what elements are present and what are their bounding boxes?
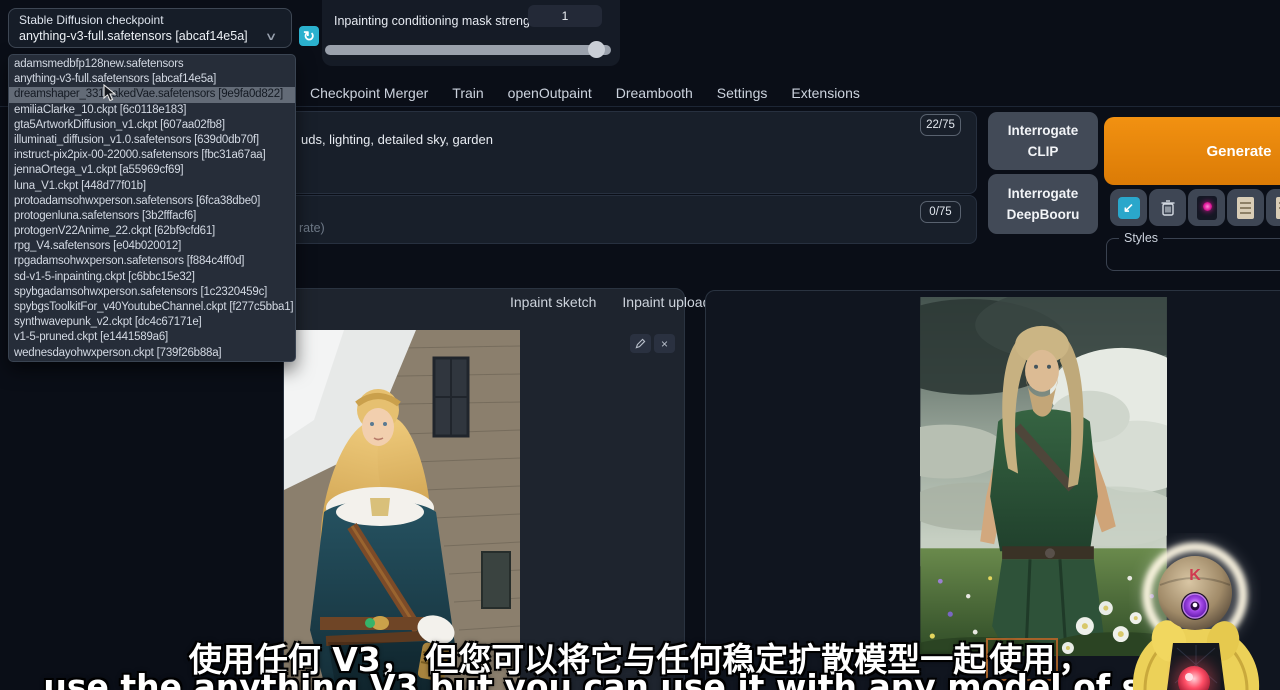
mask-strength-slider[interactable] [325,45,611,55]
checkpoint-option-highlighted[interactable]: dreamshaper_331BakedVae.safetensors [9e9… [9,87,295,102]
checkpoint-option[interactable]: adamsmedbfp128new.safetensors [9,57,295,72]
checkpoint-option[interactable]: anything-v3-full.safetensors [abcaf14e5a… [9,72,295,87]
save-style-icon [1276,197,1280,219]
chevron-down-icon: ∨ [265,30,278,43]
apply-style-button[interactable] [1227,189,1264,226]
mask-strength-label: Inpainting conditioning mask strength [334,13,549,29]
checkpoint-label: Stable Diffusion checkpoint [19,13,281,27]
mouse-cursor [103,84,117,102]
interrogate-clip-line1: Interrogate [988,120,1098,141]
negative-prompt-textarea[interactable] [283,195,977,244]
paste-params-button[interactable]: ↙ [1110,189,1147,226]
checkpoint-option[interactable]: luna_V1.ckpt [448d77f01b] [9,179,295,194]
checkpoint-option[interactable]: rpgadamsohwxperson.safetensors [f884c4ff… [9,254,295,269]
streamer-avatar: K [1125,533,1267,690]
prompt-token-counter: 22/75 [920,114,961,136]
pencil-icon [635,338,646,349]
image-close-button[interactable]: × [654,334,675,353]
checkpoint-option[interactable]: jennaOrtega_v1.ckpt [a55969cf69] [9,163,295,178]
trash-icon [1160,199,1176,217]
save-style-button[interactable] [1266,189,1280,226]
styles-label: Styles [1119,231,1163,245]
checkpoint-option[interactable]: sd-v1-5-inpainting.ckpt [c6bbc15e32] [9,270,295,285]
tab-train[interactable]: Train [452,85,483,101]
interrogate-clip-button[interactable]: Interrogate CLIP [988,112,1098,170]
tab-dreambooth[interactable]: Dreambooth [616,85,693,101]
prompt-textarea[interactable] [283,111,977,194]
refresh-checkpoint-icon[interactable]: ↻ [299,26,319,46]
checkpoint-option[interactable]: synthwavepunk_v2.ckpt [dc4c67171e] [9,315,295,330]
checkpoint-option[interactable]: rpg_V4.safetensors [e04b020012] [9,239,295,254]
image-edit-button[interactable] [630,334,651,353]
tab-inpaint-upload[interactable]: Inpaint upload [622,294,710,310]
checkpoint-option[interactable]: spybgadamsohwxperson.safetensors [1c2320… [9,285,295,300]
checkpoint-option[interactable]: protogenV22Anime_22.ckpt [62bf9cfd61] [9,224,295,239]
subtitle-english: use the anything V3 but you can use it w… [0,667,1280,690]
tab-checkpoint-merger[interactable]: Checkpoint Merger [310,85,428,101]
clipboard-icon [1237,197,1254,219]
interrogate-deepbooru-line1: Interrogate [988,183,1098,204]
mask-strength-slider-handle[interactable] [588,41,605,58]
checkpoint-value: anything-v3-full.safetensors [abcaf14e5a… [19,29,248,43]
paste-arrow-icon: ↙ [1118,197,1140,219]
extra-networks-button[interactable] [1188,189,1225,226]
inpaint-tab-bar: Inpaint sketch Inpaint upload Batch [283,294,681,310]
tab-inpaint-sketch[interactable]: Inpaint sketch [510,294,596,310]
checkpoint-option[interactable]: v1-5-pruned.ckpt [e1441589a6] [9,330,295,345]
generate-button[interactable]: Generate [1104,117,1280,185]
interrogate-deepbooru-button[interactable]: Interrogate DeepBooru [988,174,1098,234]
checkpoint-option[interactable]: wednesdayohwxperson.ckpt [739f26b88a] [9,346,295,361]
negative-prompt-token-counter: 0/75 [920,201,961,223]
tab-extensions[interactable]: Extensions [791,85,859,101]
interrogate-deepbooru-line2: DeepBooru [988,204,1098,225]
clear-prompt-button[interactable] [1149,189,1186,226]
prompt-text: uds, lighting, detailed sky, garden [301,132,493,147]
checkpoint-option[interactable]: emiliaClarke_10.ckpt [6c0118e183] [9,103,295,118]
negative-prompt-placeholder: rate) [299,221,325,235]
checkpoint-dropdown[interactable]: Stable Diffusion checkpoint anything-v3-… [8,8,292,48]
checkpoint-option[interactable]: protoadamsohwxperson.safetensors [6fca38… [9,194,295,209]
flower-card-icon [1197,196,1217,220]
mask-strength-value-input[interactable]: 1 [528,5,602,27]
stable-diffusion-webui: Inpainting conditioning mask strength 1 … [0,0,1280,690]
checkpoint-option[interactable]: spybgsToolkitFor_v40YoutubeChannel.ckpt … [9,300,295,315]
interrogate-clip-line2: CLIP [988,141,1098,162]
styles-dropdown[interactable]: Styles [1106,231,1280,271]
tab-settings[interactable]: Settings [717,85,768,101]
checkpoint-options-list: adamsmedbfp128new.safetensors anything-v… [8,54,296,362]
avatar-letter: K [1189,567,1201,584]
checkpoint-option[interactable]: instruct-pix2pix-00-22000.safetensors [f… [9,148,295,163]
checkpoint-option[interactable]: illuminati_diffusion_v1.0.safetensors [6… [9,133,295,148]
tab-openoutpaint[interactable]: openOutpaint [508,85,592,101]
checkpoint-option[interactable]: gta5ArtworkDiffusion_v1.ckpt [607aa02fb8… [9,118,295,133]
checkpoint-option[interactable]: protogenluna.safetensors [3b2fffacf6] [9,209,295,224]
